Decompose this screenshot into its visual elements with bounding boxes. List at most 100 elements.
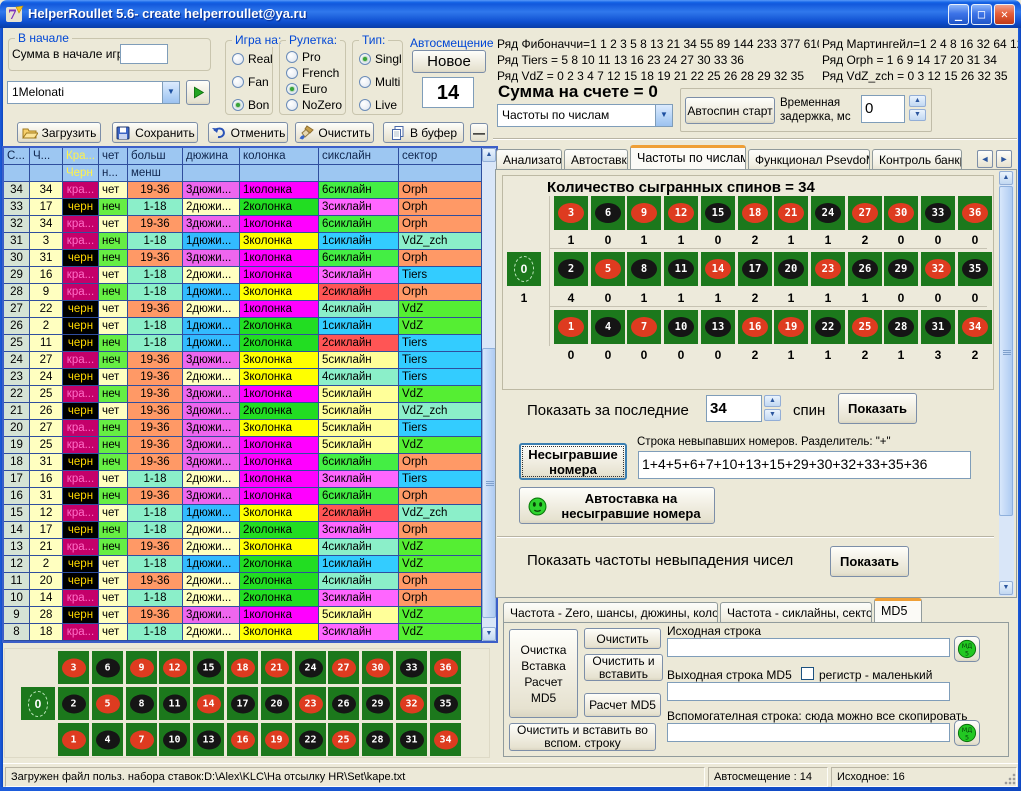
history-row[interactable]: 1120чернчет19-362дюжи...2колонка4сиклайн…	[4, 573, 482, 590]
md5-run-aux-button[interactable]: МД5	[954, 720, 980, 746]
undo-button[interactable]: Отменить	[208, 122, 288, 143]
nofall-show-button[interactable]: Показать	[830, 546, 909, 577]
radio-french[interactable]: French	[286, 65, 339, 80]
history-row[interactable]: 1831черннеч19-363дюжи...1колонка6сиклайн…	[4, 454, 482, 471]
board-number-cell[interactable]: 16	[227, 723, 258, 756]
chevron-down-icon[interactable]: ▼	[162, 82, 179, 103]
md5-clear-paste-aux-button[interactable]: Очистить и вставить во вспом. строку	[509, 723, 656, 751]
board-number-cell[interactable]: 33	[396, 651, 427, 684]
board-number-cell[interactable]: 9	[126, 651, 157, 684]
board-number-cell[interactable]: 29	[362, 687, 393, 720]
radio-nozero[interactable]: NoZero	[286, 97, 342, 112]
md5-out-input[interactable]	[667, 682, 950, 701]
md5-stack-button[interactable]: Очистка Вставка Расчет MD5	[509, 629, 578, 718]
radio-real[interactable]: Real	[232, 51, 273, 66]
clear-button[interactable]: Очистить	[295, 122, 374, 143]
board-number-cell[interactable]: 20	[261, 687, 292, 720]
board-number-cell[interactable]: 34	[430, 723, 461, 756]
tab-scroll-left-icon[interactable]: ◄	[977, 150, 993, 168]
history-row[interactable]: 2126чернчет19-363дюжи...2колонка5сиклайн…	[4, 403, 482, 420]
scrollbar-thumb[interactable]	[999, 186, 1013, 516]
scroll-down-icon[interactable]: ▼	[999, 581, 1013, 595]
save-button[interactable]: Сохранить	[112, 122, 198, 143]
board-number-cell[interactable]: 24	[295, 651, 326, 684]
mode-combobox[interactable]: Частоты по числам ▼	[497, 104, 673, 127]
board-number-cell[interactable]: 12	[159, 651, 190, 684]
tab-3[interactable]: MD5	[874, 598, 922, 623]
scroll-up-icon[interactable]: ▲	[999, 171, 1013, 185]
run-preset-button[interactable]	[186, 80, 210, 105]
missing-numbers-button[interactable]: Несыгравшие номера	[519, 443, 627, 480]
board-number-cell[interactable]: 5	[92, 687, 123, 720]
missing-string-input[interactable]: 1+4+5+6+7+10+13+15+29+30+32+33+35+36	[638, 451, 971, 479]
radio-multi[interactable]: Multi	[359, 74, 400, 89]
radio-fan[interactable]: Fan	[232, 74, 269, 89]
spinner-down-icon[interactable]: ▼	[764, 409, 781, 421]
minimize-button[interactable]: _	[948, 4, 969, 25]
tab-2[interactable]: Частота - сиклайны, сектора	[720, 602, 872, 623]
history-row[interactable]: 3434кра...чет19-363дюжи...1колонка6сикла…	[4, 182, 482, 199]
delay-input[interactable]: 0	[861, 95, 905, 123]
tab-1[interactable]: Анализатор	[496, 149, 562, 170]
board-number-cell[interactable]: 30	[362, 651, 393, 684]
history-row[interactable]: 1014кра...чет1-182дюжи...2колонка3сиклай…	[4, 590, 482, 607]
md5-clear-paste-button[interactable]: Очистить и вставить	[584, 654, 663, 681]
board-number-cell[interactable]: 22	[295, 723, 326, 756]
board-zero-cell[interactable]: 0	[21, 687, 55, 720]
start-sum-input[interactable]	[120, 44, 168, 64]
md5-run-button[interactable]: МД5	[954, 636, 980, 662]
history-row[interactable]: 2427кра...неч19-363дюжи...3колонка5сикла…	[4, 352, 482, 369]
board-number-cell[interactable]: 15	[193, 651, 224, 684]
board-number-cell[interactable]: 18	[227, 651, 258, 684]
history-row[interactable]: 2511черннеч1-181дюжи...2колонка2сиклайнT…	[4, 335, 482, 352]
md5-calc-button[interactable]: Расчет MD5	[584, 693, 661, 717]
load-button[interactable]: Загрузить	[17, 122, 101, 143]
autospin-start-button[interactable]: Автоспин старт	[685, 97, 775, 124]
history-row[interactable]: 1925кра...неч19-363дюжи...1колонка5сикла…	[4, 437, 482, 454]
history-row[interactable]: 2324чернчет19-362дюжи...3колонка4сиклайн…	[4, 369, 482, 386]
radio-live[interactable]: Live	[359, 97, 397, 112]
history-row[interactable]: 3317черннеч1-182дюжи...2колонка3сиклайнO…	[4, 199, 482, 216]
history-row[interactable]: 262чернчет1-181дюжи...2колонка1сиклайнVd…	[4, 318, 482, 335]
md5-clear-button[interactable]: Очистить	[584, 628, 661, 649]
history-row[interactable]: 1321кра...неч19-362дюжи...3колонка4сикла…	[4, 539, 482, 556]
board-number-cell[interactable]: 1	[58, 723, 89, 756]
tab-scroll-right-icon[interactable]: ►	[996, 150, 1012, 168]
preset-combobox[interactable]: 1Melonati ▼	[7, 81, 180, 104]
to-buffer-button[interactable]: В буфер	[383, 122, 464, 143]
board-number-cell[interactable]: 4	[92, 723, 123, 756]
board-number-cell[interactable]: 14	[193, 687, 224, 720]
board-number-cell[interactable]: 8	[126, 687, 157, 720]
radio-singl[interactable]: Singl	[359, 51, 402, 66]
show-last-spinner[interactable]: ▲ ▼	[764, 395, 781, 421]
history-row[interactable]: 289кра...неч1-181дюжи...3колонка2сиклайн…	[4, 284, 482, 301]
collapse-button[interactable]: —	[470, 123, 488, 142]
history-row[interactable]: 2027кра...неч19-363дюжи...3колонка5сикла…	[4, 420, 482, 437]
board-number-cell[interactable]: 28	[362, 723, 393, 756]
board-number-cell[interactable]: 2	[58, 687, 89, 720]
history-row[interactable]: 2722чернчет19-362дюжи...1колонка4сиклайн…	[4, 301, 482, 318]
board-number-cell[interactable]: 6	[92, 651, 123, 684]
show-last-button[interactable]: Показать	[838, 393, 917, 424]
tab-1[interactable]: Частота - Zero, шансы, дюжины, колонки	[503, 602, 718, 623]
board-number-cell[interactable]: 10	[159, 723, 190, 756]
history-row[interactable]: 1631черннеч19-363дюжи...1колонка6сиклайн…	[4, 488, 482, 505]
board-number-cell[interactable]: 36	[430, 651, 461, 684]
history-row[interactable]: 3031черннеч19-363дюжи...1колонка6сиклайн…	[4, 250, 482, 267]
board-number-cell[interactable]: 35	[430, 687, 461, 720]
delay-spinner[interactable]: ▲ ▼	[909, 95, 926, 121]
board-number-cell[interactable]: 27	[328, 651, 359, 684]
board-number-cell[interactable]: 25	[328, 723, 359, 756]
radio-euro[interactable]: Euro	[286, 81, 327, 96]
board-number-cell[interactable]: 21	[261, 651, 292, 684]
board-number-cell[interactable]: 7	[126, 723, 157, 756]
spinner-up-icon[interactable]: ▲	[909, 95, 926, 107]
spinner-up-icon[interactable]: ▲	[764, 395, 781, 407]
scroll-up-icon[interactable]: ▲	[482, 148, 496, 162]
tab-4[interactable]: Функционал PsevdoMS	[748, 149, 870, 170]
radio-pro[interactable]: Pro	[286, 49, 321, 64]
radio-bon[interactable]: Bon	[232, 97, 269, 112]
scrollbar-thumb[interactable]	[482, 348, 496, 618]
md5-in-input[interactable]	[667, 638, 950, 657]
close-button[interactable]: ✕	[994, 4, 1015, 25]
